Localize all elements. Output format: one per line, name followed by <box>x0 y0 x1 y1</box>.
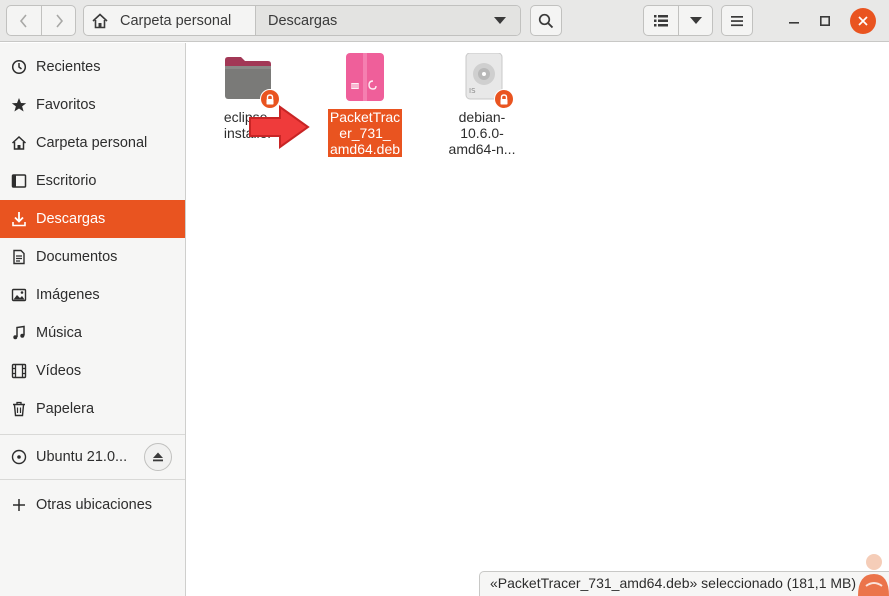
maximize-icon <box>820 16 830 26</box>
trash-icon <box>10 400 28 418</box>
sidebar-item-recientes[interactable]: Recientes <box>0 48 185 86</box>
sidebar-item-videos[interactable]: Vídeos <box>0 352 185 390</box>
path-bar: Carpeta personal Descargas <box>83 5 521 36</box>
hamburger-menu-icon <box>731 15 743 26</box>
sidebar-item-label: Carpeta personal <box>36 135 148 151</box>
sidebar-item-label: Otras ubicaciones <box>36 497 153 513</box>
download-icon <box>10 210 28 228</box>
forward-button[interactable] <box>41 6 75 35</box>
close-icon <box>858 16 868 26</box>
music-icon <box>10 324 28 342</box>
plus-icon <box>10 496 28 514</box>
sidebar-item-label: Favoritos <box>36 97 96 113</box>
eject-icon <box>153 452 163 462</box>
sidebar-item-imagenes[interactable]: Imágenes <box>0 276 185 314</box>
minimize-button[interactable] <box>781 8 807 34</box>
breadcrumb-home-label: Carpeta personal <box>120 12 232 29</box>
search-button[interactable] <box>530 5 562 36</box>
breadcrumb-current[interactable]: Descargas <box>256 6 520 35</box>
desktop-icon <box>10 172 28 190</box>
sidebar-separator <box>0 434 185 435</box>
view-toggle-group <box>643 5 713 36</box>
document-icon <box>10 248 28 266</box>
sidebar-item-label: Escritorio <box>36 173 97 189</box>
sidebar-item-label: Música <box>36 325 82 341</box>
menu-button[interactable] <box>721 5 753 36</box>
sidebar-item-favoritos[interactable]: Favoritos <box>0 86 185 124</box>
sidebar-item-otras-ubicaciones[interactable]: Otras ubicaciones <box>0 486 185 524</box>
view-options-button[interactable] <box>678 6 712 35</box>
search-icon <box>538 13 554 28</box>
annotation-arrow-icon <box>249 105 310 149</box>
chevron-right-icon <box>55 13 63 28</box>
svg-text:IS: IS <box>469 87 476 95</box>
sidebar-item-label: Descargas <box>36 211 106 227</box>
breadcrumb-home[interactable]: Carpeta personal <box>84 6 256 35</box>
status-bar: «PacketTracer_731_amd64.deb» seleccionad… <box>479 571 889 596</box>
header-bar: Carpeta personal Descargas <box>0 0 889 42</box>
sidebar: Recientes Favoritos Carpeta personal Esc… <box>0 43 186 596</box>
watermark-logo-icon <box>858 554 889 596</box>
file-name: debian- 10.6.0- amd64-n... <box>448 109 516 157</box>
file-item-selected[interactable]: PacketTrac er_731_ amd64.deb <box>320 53 410 157</box>
eject-button[interactable] <box>144 443 172 471</box>
sidebar-item-label: Documentos <box>36 249 118 265</box>
list-view-button[interactable] <box>644 6 678 35</box>
sidebar-item-label: Vídeos <box>36 363 82 379</box>
clock-icon <box>10 58 28 76</box>
navigation-buttons <box>6 5 76 36</box>
sidebar-item-papelera[interactable]: Papelera <box>0 390 185 428</box>
sidebar-item-label: Imágenes <box>36 287 100 303</box>
sidebar-item-volume[interactable]: Ubuntu 21.0... <box>0 438 185 476</box>
home-icon <box>90 11 110 31</box>
disc-icon <box>10 448 28 466</box>
file-item[interactable]: IS debian- 10.6.0- amd64-n... <box>437 53 527 157</box>
sidebar-item-descargas[interactable]: Descargas <box>0 200 185 238</box>
deb-package-icon <box>339 53 391 105</box>
breadcrumb-current-label: Descargas <box>268 12 338 29</box>
file-name: PacketTrac er_731_ amd64.deb <box>327 109 403 157</box>
sidebar-item-documentos[interactable]: Documentos <box>0 238 185 276</box>
caret-down-icon <box>494 17 506 24</box>
video-icon <box>10 362 28 380</box>
image-icon <box>10 286 28 304</box>
sidebar-item-label: Papelera <box>36 401 95 417</box>
chevron-left-icon <box>19 13 27 28</box>
sidebar-item-label: Recientes <box>36 59 101 75</box>
star-icon <box>10 96 28 114</box>
sidebar-item-escritorio[interactable]: Escritorio <box>0 162 185 200</box>
status-text: «PacketTracer_731_amd64.deb» seleccionad… <box>490 575 857 591</box>
list-view-icon <box>654 14 668 26</box>
sidebar-item-musica[interactable]: Música <box>0 314 185 352</box>
iso-disc-icon: IS <box>456 53 514 109</box>
sidebar-item-carpeta-personal[interactable]: Carpeta personal <box>0 124 185 162</box>
folder-icon <box>222 53 280 109</box>
caret-down-icon <box>689 16 702 24</box>
home-icon <box>10 134 28 152</box>
sidebar-separator <box>0 479 185 480</box>
back-button[interactable] <box>7 6 41 35</box>
close-button[interactable] <box>850 8 876 34</box>
sidebar-item-label: Ubuntu 21.0... <box>36 449 128 465</box>
maximize-button[interactable] <box>812 8 838 34</box>
minimize-icon <box>789 22 799 24</box>
lock-icon <box>494 89 514 109</box>
